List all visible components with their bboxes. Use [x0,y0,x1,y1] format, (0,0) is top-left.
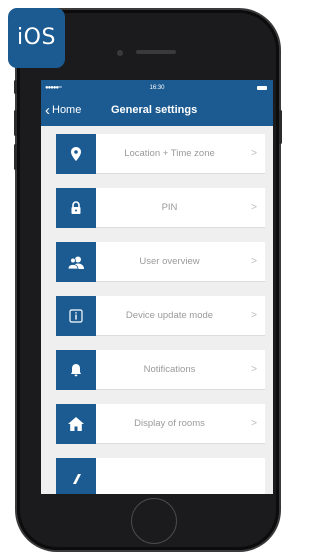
menu-item-pin[interactable]: PIN > [56,188,265,228]
partial-icon [56,458,96,494]
silent-switch [14,80,17,94]
menu-item-label: PIN [161,202,178,213]
menu-item-label: Location + Time zone [124,148,215,159]
info-icon [56,296,96,336]
ios-badge: iOS [8,8,65,68]
menu-item-label: Display of rooms [134,418,205,429]
house-icon [56,404,96,444]
users-icon [56,242,96,282]
chevron-right-icon: > [251,256,257,267]
chevron-left-icon: ‹ [45,101,50,119]
navigation-bar: ‹ Home General settings [41,96,273,126]
page-title: General settings [111,104,198,116]
status-time: 16:30 [149,85,165,91]
location-pin-icon [56,134,96,174]
bell-icon [56,350,96,390]
menu-item-device-update-mode[interactable]: Device update mode > [56,296,265,336]
chevron-right-icon: > [251,148,257,159]
power-button [279,110,282,144]
home-button[interactable] [131,498,177,544]
volume-up-button [14,110,17,136]
menu-item-label: User overview [139,256,200,267]
earpiece-speaker [136,50,176,54]
chevron-right-icon: > [251,418,257,429]
volume-down-button [14,144,17,170]
menu-item-label: Device update mode [125,310,214,321]
menu-item-user-overview[interactable]: User overview > [56,242,265,282]
menu-item-display-of-rooms[interactable]: Display of rooms > [56,404,265,444]
back-label: Home [52,104,82,116]
front-camera [117,50,123,56]
back-button[interactable]: ‹ Home [45,101,82,119]
menu-item-location-time-zone[interactable]: Location + Time zone > [56,134,265,174]
menu-item-notifications[interactable]: Notifications > [56,350,265,390]
app-screen: ●●●●● ≈ 16:30 ‹ Home General settings Lo… [41,80,273,494]
lock-icon [56,188,96,228]
menu-item-label [96,458,243,494]
chevron-right-icon: > [251,202,257,213]
chevron-right-icon: > [251,364,257,375]
menu-item-label: Notifications [143,364,196,375]
battery-icon [257,86,267,90]
chevron-right-icon: > [251,310,257,321]
menu-item-partial[interactable] [56,458,265,494]
status-bar: ●●●●● ≈ 16:30 [41,80,273,96]
